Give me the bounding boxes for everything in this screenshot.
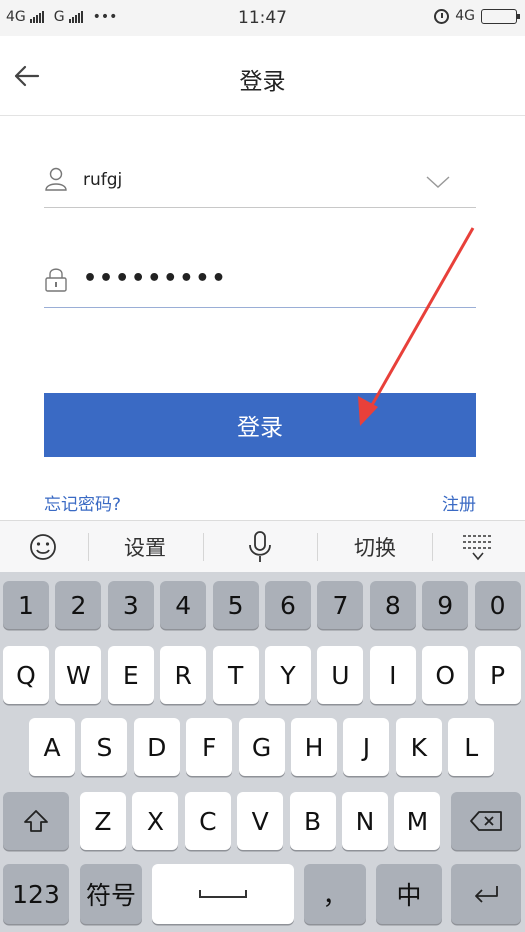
shift-key[interactable] <box>3 792 69 850</box>
username-field[interactable]: rufgj <box>44 158 476 208</box>
enter-key[interactable] <box>451 864 521 924</box>
key-g[interactable]: G <box>238 718 285 776</box>
user-icon <box>45 167 67 191</box>
battery-icon <box>481 8 520 24</box>
key-q[interactable]: Q <box>3 646 49 704</box>
lock-icon <box>45 268 67 292</box>
key-4[interactable]: 4 <box>160 581 207 629</box>
password-value[interactable]: ••••••••• <box>83 266 228 291</box>
key-c[interactable]: C <box>184 792 231 850</box>
key-w[interactable]: W <box>55 646 102 704</box>
key-z[interactable]: Z <box>80 792 126 850</box>
toolbar-divider <box>317 533 318 561</box>
key-7[interactable]: 7 <box>317 581 364 629</box>
hide-keyboard-button[interactable] <box>450 521 506 573</box>
key-s[interactable]: S <box>81 718 128 776</box>
settings-button[interactable]: 设置 <box>100 521 190 573</box>
keyboard-toolbar: 设置 切换 <box>0 520 525 572</box>
key-e[interactable]: E <box>107 646 154 704</box>
key-5[interactable]: 5 <box>212 581 259 629</box>
key-h[interactable]: H <box>291 718 337 776</box>
chevron-down-icon[interactable] <box>426 174 450 190</box>
network-indicator: 4G <box>455 8 475 24</box>
key-b[interactable]: B <box>289 792 336 850</box>
key-8[interactable]: 8 <box>369 581 416 629</box>
shift-icon <box>24 810 48 832</box>
keyboard: 1 2 3 4 5 6 7 8 9 0 Q W E R T Y U I O P A S D F G H J K L Z X C V B N M 123 符… <box>0 572 525 932</box>
emoji-icon <box>30 534 56 560</box>
key-0[interactable]: 0 <box>474 581 521 629</box>
voice-button[interactable] <box>232 521 288 573</box>
key-x[interactable]: X <box>132 792 179 850</box>
emoji-button[interactable] <box>16 521 70 573</box>
backspace-icon <box>470 811 502 831</box>
key-p[interactable]: P <box>474 646 521 704</box>
key-t[interactable]: T <box>212 646 259 704</box>
key-j[interactable]: J <box>343 718 390 776</box>
key-u[interactable]: U <box>317 646 364 704</box>
alarm-icon <box>434 8 450 24</box>
space-icon <box>199 890 247 898</box>
register-link[interactable]: 注册 <box>442 490 476 515</box>
numbers-key[interactable]: 123 <box>3 864 69 924</box>
password-field[interactable]: ••••••••• <box>44 258 476 308</box>
key-6[interactable]: 6 <box>265 581 311 629</box>
key-k[interactable]: K <box>395 718 442 776</box>
symbols-key[interactable]: 符号 <box>80 864 142 924</box>
key-f[interactable]: F <box>186 718 233 776</box>
status-bar: 4G G ••• 11:47 4G <box>0 0 525 36</box>
key-n[interactable]: N <box>342 792 388 850</box>
key-o[interactable]: O <box>422 646 469 704</box>
key-1[interactable]: 1 <box>3 581 49 629</box>
toolbar-divider <box>203 533 204 561</box>
microphone-icon <box>249 531 271 562</box>
page-title: 登录 <box>239 69 286 95</box>
language-key[interactable]: 中 <box>376 864 442 924</box>
key-v[interactable]: V <box>237 792 284 850</box>
nav-bar: 登录 <box>0 36 525 116</box>
switch-button[interactable]: 切换 <box>330 521 420 573</box>
key-2[interactable]: 2 <box>55 581 102 629</box>
space-key[interactable] <box>152 864 294 924</box>
key-r[interactable]: R <box>160 646 207 704</box>
comma-key[interactable]: ， <box>304 864 366 924</box>
toolbar-divider <box>88 533 89 561</box>
key-y[interactable]: Y <box>265 646 311 704</box>
key-d[interactable]: D <box>133 718 180 776</box>
status-right: 4G <box>434 8 520 24</box>
key-m[interactable]: M <box>394 792 441 850</box>
forgot-password-link[interactable]: 忘记密码? <box>44 490 121 515</box>
toolbar-divider <box>432 533 433 561</box>
enter-icon <box>475 886 498 903</box>
key-l[interactable]: L <box>448 718 495 776</box>
key-i[interactable]: I <box>369 646 416 704</box>
username-value[interactable]: rufgj <box>83 170 122 190</box>
login-button[interactable]: 登录 <box>44 393 476 457</box>
key-3[interactable]: 3 <box>107 581 154 629</box>
key-a[interactable]: A <box>29 718 75 776</box>
backspace-key[interactable] <box>451 792 521 850</box>
hide-keyboard-icon <box>463 535 493 561</box>
key-9[interactable]: 9 <box>422 581 469 629</box>
